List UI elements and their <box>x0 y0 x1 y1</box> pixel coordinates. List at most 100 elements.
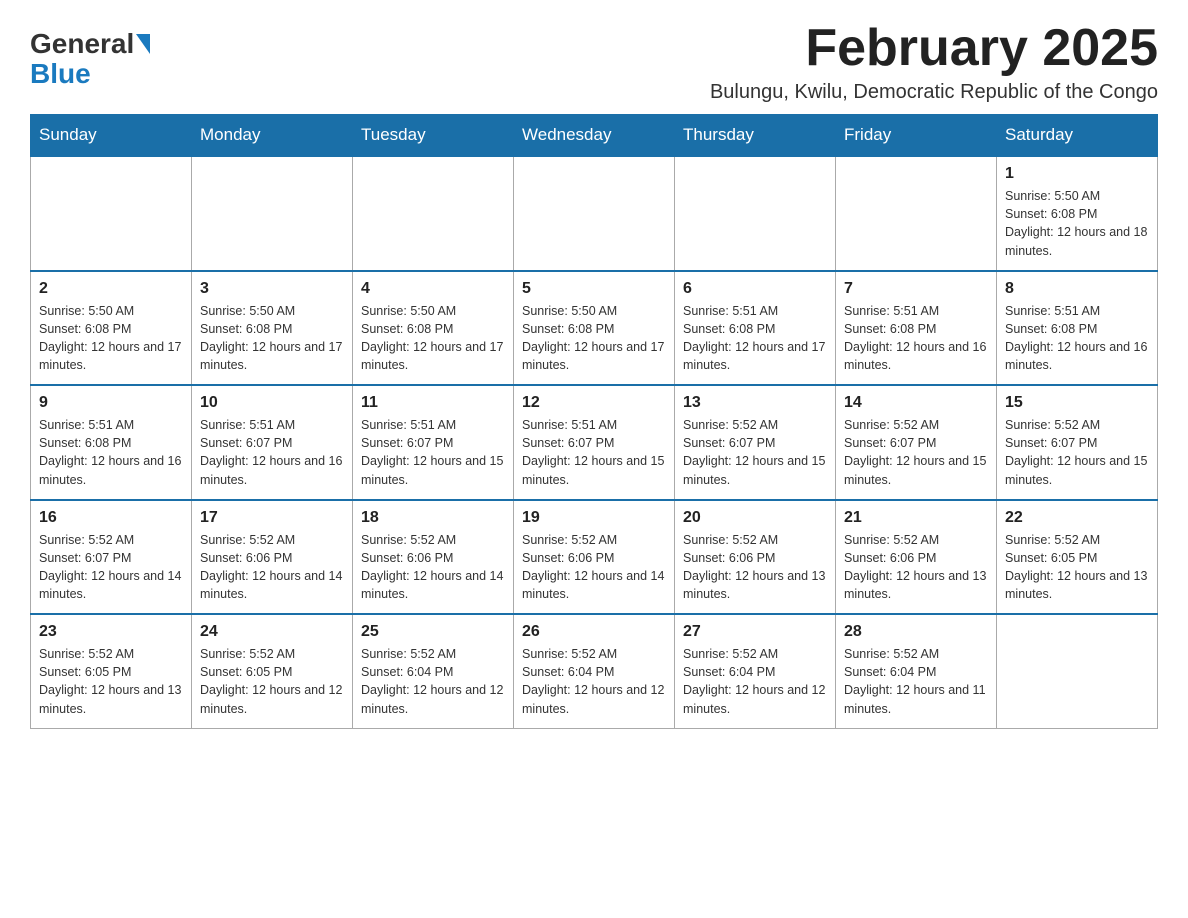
day-sun-info: Sunrise: 5:51 AMSunset: 6:08 PMDaylight:… <box>683 302 827 375</box>
calendar-day-cell <box>514 156 675 271</box>
weekday-header-thursday: Thursday <box>675 115 836 157</box>
calendar-day-cell: 16Sunrise: 5:52 AMSunset: 6:07 PMDayligh… <box>31 500 192 615</box>
day-number: 9 <box>39 394 183 412</box>
calendar-day-cell: 15Sunrise: 5:52 AMSunset: 6:07 PMDayligh… <box>997 385 1158 500</box>
day-sun-info: Sunrise: 5:52 AMSunset: 6:05 PMDaylight:… <box>200 645 344 718</box>
calendar-day-cell: 9 Sunrise: 5:51 AMSunset: 6:08 PMDaylight… <box>31 385 192 500</box>
calendar-day-cell: 4 Sunrise: 5:50 AMSunset: 6:08 PMDaylight… <box>353 271 514 386</box>
day-sun-info: Sunrise: 5:52 AMSunset: 6:04 PMDaylight:… <box>683 645 827 718</box>
day-number: 5 <box>522 280 666 298</box>
calendar-day-cell: 26Sunrise: 5:52 AMSunset: 6:04 PMDayligh… <box>514 614 675 728</box>
calendar-day-cell: 25 Sunrise: 5:52 AMSunset: 6:04 PMDayligh… <box>353 614 514 728</box>
calendar-day-cell: 6 Sunrise: 5:51 AMSunset: 6:08 PMDaylight… <box>675 271 836 386</box>
calendar-week-row: 9 Sunrise: 5:51 AMSunset: 6:08 PMDaylight… <box>31 385 1158 500</box>
calendar-day-cell: 17 Sunrise: 5:52 AMSunset: 6:06 PMDayligh… <box>192 500 353 615</box>
day-number: 11 <box>361 394 505 412</box>
day-sun-info: Sunrise: 5:50 AMSunset: 6:08 PMDaylight:… <box>361 302 505 375</box>
day-sun-info: Sunrise: 5:50 AMSunset: 6:08 PMDaylight:… <box>522 302 666 375</box>
day-number: 27 <box>683 623 827 641</box>
day-sun-info: Sunrise: 5:51 AMSunset: 6:07 PMDaylight:… <box>361 416 505 489</box>
day-sun-info: Sunrise: 5:52 AMSunset: 6:06 PMDaylight:… <box>522 531 666 604</box>
location-subtitle: Bulungu, Kwilu, Democratic Republic of t… <box>710 81 1158 104</box>
calendar-day-cell: 23 Sunrise: 5:52 AMSunset: 6:05 PMDayligh… <box>31 614 192 728</box>
logo-arrow-icon <box>136 34 150 54</box>
day-number: 21 <box>844 509 988 527</box>
calendar-day-cell: 2 Sunrise: 5:50 AMSunset: 6:08 PMDaylight… <box>31 271 192 386</box>
day-number: 15 <box>1005 394 1149 412</box>
logo-general-text: General <box>30 30 134 58</box>
day-number: 6 <box>683 280 827 298</box>
day-sun-info: Sunrise: 5:52 AMSunset: 6:04 PMDaylight:… <box>844 645 988 718</box>
calendar-day-cell <box>997 614 1158 728</box>
calendar-day-cell <box>836 156 997 271</box>
day-sun-info: Sunrise: 5:50 AMSunset: 6:08 PMDaylight:… <box>39 302 183 375</box>
calendar-day-cell: 24 Sunrise: 5:52 AMSunset: 6:05 PMDayligh… <box>192 614 353 728</box>
day-sun-info: Sunrise: 5:50 AMSunset: 6:08 PMDaylight:… <box>1005 187 1149 260</box>
day-sun-info: Sunrise: 5:52 AMSunset: 6:06 PMDaylight:… <box>361 531 505 604</box>
day-number: 20 <box>683 509 827 527</box>
calendar-week-row: 1 Sunrise: 5:50 AMSunset: 6:08 PMDaylight… <box>31 156 1158 271</box>
day-number: 12 <box>522 394 666 412</box>
day-number: 8 <box>1005 280 1149 298</box>
day-number: 2 <box>39 280 183 298</box>
day-sun-info: Sunrise: 5:50 AMSunset: 6:08 PMDaylight:… <box>200 302 344 375</box>
calendar-day-cell: 5 Sunrise: 5:50 AMSunset: 6:08 PMDaylight… <box>514 271 675 386</box>
weekday-header-friday: Friday <box>836 115 997 157</box>
calendar-day-cell: 13 Sunrise: 5:52 AMSunset: 6:07 PMDayligh… <box>675 385 836 500</box>
weekday-header-sunday: Sunday <box>31 115 192 157</box>
day-number: 24 <box>200 623 344 641</box>
day-sun-info: Sunrise: 5:51 AMSunset: 6:07 PMDaylight:… <box>200 416 344 489</box>
day-sun-info: Sunrise: 5:52 AMSunset: 6:04 PMDaylight:… <box>361 645 505 718</box>
day-sun-info: Sunrise: 5:51 AMSunset: 6:08 PMDaylight:… <box>1005 302 1149 375</box>
day-number: 14 <box>844 394 988 412</box>
calendar-week-row: 23 Sunrise: 5:52 AMSunset: 6:05 PMDayligh… <box>31 614 1158 728</box>
day-number: 7 <box>844 280 988 298</box>
calendar-day-cell: 1 Sunrise: 5:50 AMSunset: 6:08 PMDaylight… <box>997 156 1158 271</box>
calendar-day-cell: 7 Sunrise: 5:51 AMSunset: 6:08 PMDaylight… <box>836 271 997 386</box>
calendar-day-cell: 20Sunrise: 5:52 AMSunset: 6:06 PMDayligh… <box>675 500 836 615</box>
weekday-header-monday: Monday <box>192 115 353 157</box>
logo: General Blue <box>30 20 150 90</box>
day-number: 13 <box>683 394 827 412</box>
calendar-day-cell: 3Sunrise: 5:50 AMSunset: 6:08 PMDaylight… <box>192 271 353 386</box>
calendar-day-cell: 28Sunrise: 5:52 AMSunset: 6:04 PMDayligh… <box>836 614 997 728</box>
title-area: February 2025 Bulungu, Kwilu, Democratic… <box>710 20 1158 104</box>
calendar-week-row: 2 Sunrise: 5:50 AMSunset: 6:08 PMDaylight… <box>31 271 1158 386</box>
day-sun-info: Sunrise: 5:52 AMSunset: 6:07 PMDaylight:… <box>844 416 988 489</box>
weekday-header-tuesday: Tuesday <box>353 115 514 157</box>
calendar-day-cell: 10 Sunrise: 5:51 AMSunset: 6:07 PMDayligh… <box>192 385 353 500</box>
day-number: 26 <box>522 623 666 641</box>
day-sun-info: Sunrise: 5:52 AMSunset: 6:05 PMDaylight:… <box>39 645 183 718</box>
calendar-week-row: 16Sunrise: 5:52 AMSunset: 6:07 PMDayligh… <box>31 500 1158 615</box>
calendar-day-cell <box>31 156 192 271</box>
day-number: 10 <box>200 394 344 412</box>
day-sun-info: Sunrise: 5:52 AMSunset: 6:05 PMDaylight:… <box>1005 531 1149 604</box>
calendar-day-cell: 8 Sunrise: 5:51 AMSunset: 6:08 PMDaylight… <box>997 271 1158 386</box>
day-number: 4 <box>361 280 505 298</box>
calendar-day-cell <box>353 156 514 271</box>
day-sun-info: Sunrise: 5:51 AMSunset: 6:08 PMDaylight:… <box>39 416 183 489</box>
logo-blue-text: Blue <box>30 58 91 90</box>
calendar-day-cell <box>192 156 353 271</box>
day-number: 19 <box>522 509 666 527</box>
calendar-day-cell: 21 Sunrise: 5:52 AMSunset: 6:06 PMDayligh… <box>836 500 997 615</box>
day-number: 25 <box>361 623 505 641</box>
calendar-day-cell: 27 Sunrise: 5:52 AMSunset: 6:04 PMDayligh… <box>675 614 836 728</box>
calendar-day-cell: 14 Sunrise: 5:52 AMSunset: 6:07 PMDayligh… <box>836 385 997 500</box>
calendar-day-cell: 19 Sunrise: 5:52 AMSunset: 6:06 PMDayligh… <box>514 500 675 615</box>
day-sun-info: Sunrise: 5:52 AMSunset: 6:06 PMDaylight:… <box>200 531 344 604</box>
day-number: 17 <box>200 509 344 527</box>
day-sun-info: Sunrise: 5:52 AMSunset: 6:07 PMDaylight:… <box>683 416 827 489</box>
calendar-day-cell: 11 Sunrise: 5:51 AMSunset: 6:07 PMDayligh… <box>353 385 514 500</box>
month-year-title: February 2025 <box>710 20 1158 77</box>
day-number: 23 <box>39 623 183 641</box>
day-sun-info: Sunrise: 5:51 AMSunset: 6:08 PMDaylight:… <box>844 302 988 375</box>
day-number: 1 <box>1005 165 1149 183</box>
calendar-day-cell: 22Sunrise: 5:52 AMSunset: 6:05 PMDayligh… <box>997 500 1158 615</box>
page-header: General Blue February 2025 Bulungu, Kwil… <box>30 20 1158 104</box>
calendar-table: SundayMondayTuesdayWednesdayThursdayFrid… <box>30 114 1158 729</box>
day-sun-info: Sunrise: 5:52 AMSunset: 6:06 PMDaylight:… <box>844 531 988 604</box>
calendar-day-cell: 18Sunrise: 5:52 AMSunset: 6:06 PMDayligh… <box>353 500 514 615</box>
calendar-day-cell <box>675 156 836 271</box>
day-sun-info: Sunrise: 5:52 AMSunset: 6:07 PMDaylight:… <box>39 531 183 604</box>
